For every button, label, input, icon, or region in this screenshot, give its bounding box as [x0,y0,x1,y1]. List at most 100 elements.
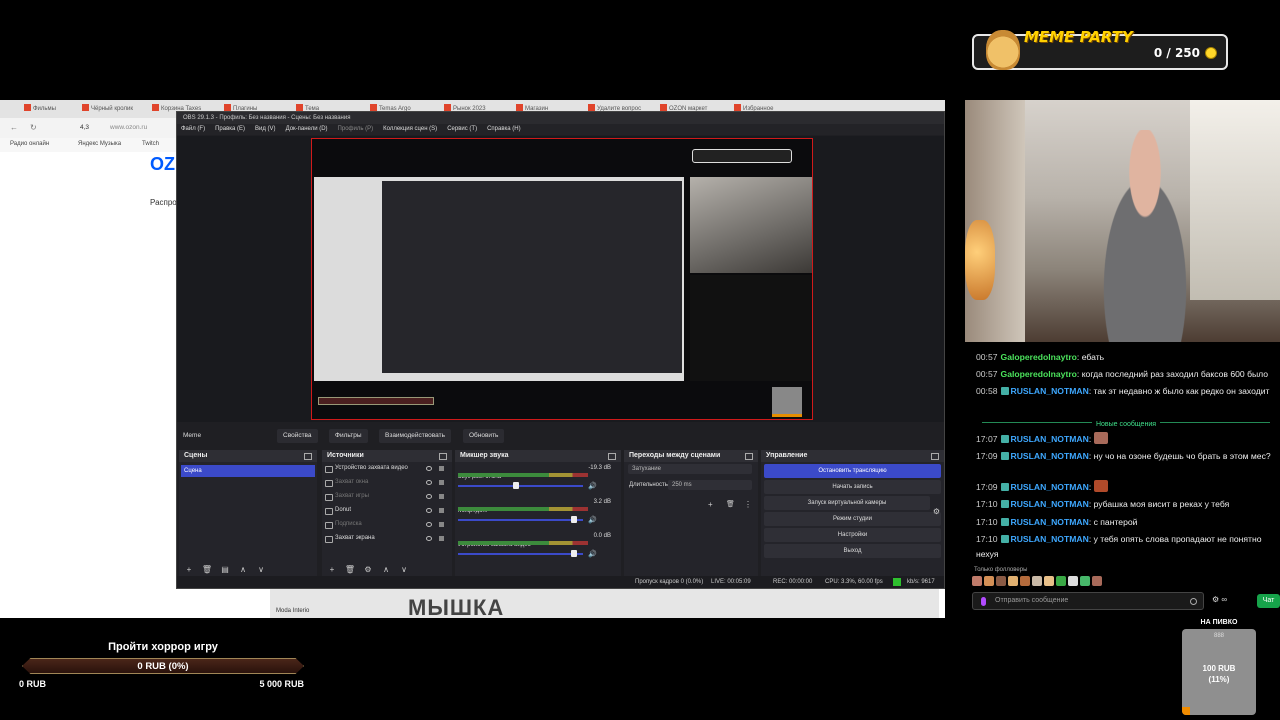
lock-icon[interactable] [439,494,444,499]
refresh-button[interactable]: Обновить [463,429,505,443]
lock-icon[interactable] [439,508,444,513]
volume-slider-handle[interactable] [571,516,577,523]
trash-icon[interactable]: 🗑 [201,565,213,574]
duration-input[interactable]: 250 ms [668,480,752,490]
emote-icon[interactable] [1008,576,1018,586]
properties-button[interactable]: Свойства [277,429,318,443]
source-item[interactable]: Захват экрана [322,532,452,546]
emote-icon[interactable] [1044,576,1054,586]
trash-icon[interactable]: 🗑 [344,565,356,574]
up-icon[interactable]: ∧ [237,565,249,574]
obs-title-bar: OBS 29.1.3 - Профиль: Без названия - Сце… [177,112,944,124]
microphone-icon[interactable] [981,597,986,606]
emote-icon[interactable] [1032,576,1042,586]
chat-input[interactable]: Отправить сообщение [972,592,1204,610]
menu-scene-collection[interactable]: Коллекция сцен (S) [383,126,437,133]
chat-message: 17:10 RUSLAN_NOTMAN: у тебя опять слова п… [976,534,1262,559]
bookmark-item[interactable]: Радио онлайн [10,141,49,147]
stop-streaming-button[interactable]: Остановить трансляцию [764,464,941,478]
bookmark-item[interactable]: Яндекс Музыка [78,141,121,147]
lock-icon[interactable] [439,536,444,541]
eye-icon[interactable] [426,508,432,513]
interact-button[interactable]: Взаимодействовать [379,429,451,443]
badge-icon [1000,535,1009,543]
transition-type-row: Затухание [624,462,758,478]
volume-slider-handle[interactable] [571,550,577,557]
start-virtual-camera-button[interactable]: Запуск виртуальной камеры [764,496,930,510]
lock-icon[interactable] [439,522,444,527]
settings-button[interactable]: Настройки [764,528,941,542]
more-icon[interactable]: ⋮ [744,500,752,509]
chat-points[interactable]: ⚙ ∞ [1212,595,1227,604]
trash-icon[interactable]: 🗑 [726,500,735,508]
gear-icon[interactable]: ⚙ [933,507,940,516]
emote-icon[interactable] [1056,576,1066,586]
down-icon[interactable]: ∨ [398,565,410,574]
add-transition-icon[interactable]: + [708,500,713,509]
eye-icon[interactable] [426,536,432,541]
filters-button[interactable]: Фильтры [329,429,368,443]
badge-icon [1000,452,1009,460]
emoji-icon[interactable] [1190,598,1197,605]
scene-item[interactable]: Сцена [181,465,315,477]
source-item[interactable]: Захват игры [322,490,452,504]
emote-icon[interactable] [1068,576,1078,586]
eye-off-icon[interactable] [426,522,432,527]
up-icon[interactable]: ∧ [380,565,392,574]
studio-mode-button[interactable]: Режим студии [764,512,941,526]
emote-icon[interactable] [984,576,994,586]
volume-slider[interactable] [458,485,583,487]
emote-icon[interactable] [1080,576,1090,586]
volume-slider[interactable] [458,519,583,521]
reload-icon[interactable]: ↻ [30,123,37,132]
emote-icon[interactable] [1020,576,1030,586]
filter-icon[interactable]: ▤ [219,565,231,574]
lock-icon[interactable] [439,466,444,471]
browser-tab[interactable]: Фильмы [24,104,60,114]
speaker-icon[interactable]: 🔊 [588,516,597,524]
emote-icon[interactable] [996,576,1006,586]
down-icon[interactable]: ∨ [255,565,267,574]
emote-icon [1093,432,1108,444]
menu-help[interactable]: Справка (H) [487,126,521,133]
gear-icon[interactable]: ⚙ [362,565,374,574]
source-item[interactable]: Donut [322,504,452,518]
ozon-logo[interactable]: OZ [150,154,175,175]
volume-slider-handle[interactable] [513,482,519,489]
back-icon[interactable]: ← [10,123,18,132]
menu-profile[interactable]: Профиль (P) [338,126,374,133]
volume-slider[interactable] [458,553,583,555]
menu-tools[interactable]: Сервис (T) [447,126,477,133]
mouse-banner[interactable]: МЫШКА [408,595,504,621]
obs-status-bar: Пропуск кадров 0 (0.0%) LIVE: 00:05:09 R… [177,576,944,588]
eye-off-icon[interactable] [426,480,432,485]
menu-file[interactable]: Файл (F) [181,126,205,133]
emote-icon[interactable] [1092,576,1102,586]
source-item[interactable]: Захват окна [322,476,452,490]
eye-off-icon[interactable] [426,494,432,499]
chat-send-button[interactable]: Чат [1257,594,1280,608]
speaker-icon[interactable]: 🔊 [588,550,597,558]
chat-message: 17:07 RUSLAN_NOTMAN: [976,432,1276,447]
transitions-dock-title: Переходы между сценами [624,450,758,462]
source-item[interactable]: Подписка [322,518,452,532]
lock-icon[interactable] [439,480,444,485]
start-recording-button[interactable]: Начать запись [764,480,941,494]
bookmark-item[interactable]: Twitch [142,141,159,147]
exit-button[interactable]: Выход [764,544,941,558]
preview-canvas[interactable] [311,138,813,420]
menu-docks[interactable]: Док-панели (D) [286,126,328,133]
browser-tab[interactable]: Чёрный кролик [82,104,136,114]
add-icon[interactable]: + [183,565,195,574]
page-banner-strip: Moda Interio МЫШКА [270,589,939,621]
eye-icon[interactable] [426,466,432,471]
emote-icon[interactable] [972,576,982,586]
menu-view[interactable]: Вид (V) [255,126,276,133]
obs-preview[interactable] [177,136,944,422]
add-icon[interactable]: + [326,565,338,574]
url-text[interactable]: www.ozon.ru [110,124,147,131]
menu-edit[interactable]: Правка (E) [215,126,245,133]
source-item[interactable]: Устройство захвата видео [322,462,452,476]
speaker-icon[interactable]: 🔊 [588,482,597,490]
transition-type-select[interactable]: Затухание [628,464,752,474]
